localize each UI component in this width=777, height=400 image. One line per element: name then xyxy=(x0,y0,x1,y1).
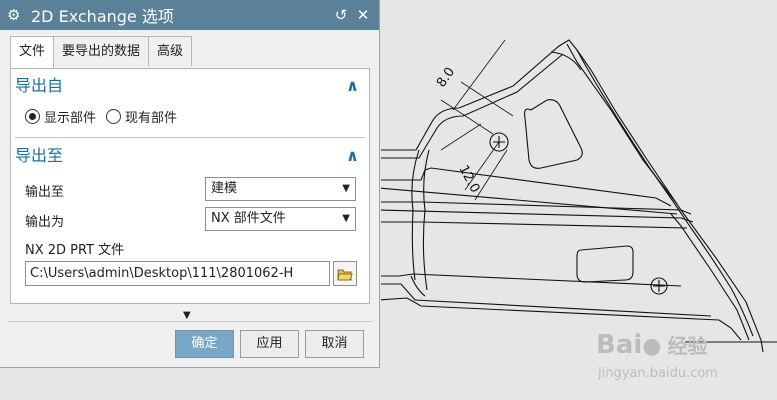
watermark-url: jingyan.baidu.com xyxy=(598,366,718,381)
tab-bar: 文件 要导出的数据 高级 xyxy=(10,36,193,69)
output-as-value: NX 部件文件 xyxy=(211,211,286,226)
output-as-label: 输出为 xyxy=(25,215,65,230)
dropdown-arrow-icon: ▼ xyxy=(342,183,350,194)
radio-existing-part-label[interactable]: 现有部件 xyxy=(125,107,177,126)
export-options-dialog: ⚙ 2D Exchange 选项 ↺ ✕ 文件 要导出的数据 高级 导出自 ∧ … xyxy=(0,0,380,368)
dialog-title: 2D Exchange 选项 xyxy=(31,7,174,26)
prt-file-path-input[interactable]: C:\Users\admin\Desktop\111\2801062-H xyxy=(25,261,330,286)
dropdown-arrow-icon: ▼ xyxy=(342,213,350,224)
export-from-options: 显示部件 现有部件 xyxy=(25,107,187,126)
gear-icon: ⚙ xyxy=(7,6,21,24)
radio-displayed-part-label[interactable]: 显示部件 xyxy=(44,107,96,126)
output-as-select[interactable]: NX 部件文件 ▼ xyxy=(205,207,356,231)
watermark-logo: Bai● 经验 xyxy=(596,330,707,360)
prt-file-label: NX 2D PRT 文件 xyxy=(25,243,125,258)
tab-data-to-export[interactable]: 要导出的数据 xyxy=(53,36,150,66)
reset-button[interactable]: ↺ xyxy=(332,5,350,25)
section-export-to-title: 导出至 xyxy=(15,146,64,165)
expand-more-icon[interactable]: ▼ xyxy=(183,310,191,321)
button-divider xyxy=(8,321,372,322)
folder-open-icon xyxy=(337,269,353,280)
browse-button[interactable] xyxy=(333,261,357,286)
chevron-up-icon[interactable]: ∧ xyxy=(346,73,359,99)
tab-file[interactable]: 文件 xyxy=(10,36,55,69)
cad-dimension-12: 12.0 xyxy=(455,163,482,196)
tab-advanced[interactable]: 高级 xyxy=(148,36,193,66)
watermark-brand: Bai xyxy=(596,330,643,360)
radio-existing-part[interactable] xyxy=(106,109,122,124)
cad-dimension-8: 8.0 xyxy=(434,65,458,91)
apply-button[interactable]: 应用 xyxy=(240,330,299,358)
ok-button[interactable]: 确定 xyxy=(175,330,234,358)
watermark-suffix: 经验 xyxy=(667,334,708,358)
cancel-button[interactable]: 取消 xyxy=(305,330,364,358)
file-tab-panel: 导出自 ∧ 显示部件 现有部件 导出至 ∧ 输出至 建模 ▼ 输出为 NX 部件… xyxy=(10,68,370,304)
output-to-label: 输出至 xyxy=(25,185,65,200)
paw-icon: ● xyxy=(642,334,662,359)
output-to-value: 建模 xyxy=(211,181,238,196)
radio-displayed-part[interactable] xyxy=(25,109,40,124)
cad-drawing: 8.0 12.0 xyxy=(381,39,777,353)
section-export-from-title: 导出自 xyxy=(15,76,64,95)
chevron-up-icon[interactable]: ∧ xyxy=(346,143,359,169)
section-divider xyxy=(15,137,365,138)
section-export-to[interactable]: 导出至 ∧ xyxy=(15,143,365,169)
output-to-select[interactable]: 建模 ▼ xyxy=(205,177,356,201)
section-export-from[interactable]: 导出自 ∧ xyxy=(15,73,365,99)
close-button[interactable]: ✕ xyxy=(354,5,372,25)
dialog-titlebar[interactable]: ⚙ 2D Exchange 选项 ↺ ✕ xyxy=(0,0,379,30)
